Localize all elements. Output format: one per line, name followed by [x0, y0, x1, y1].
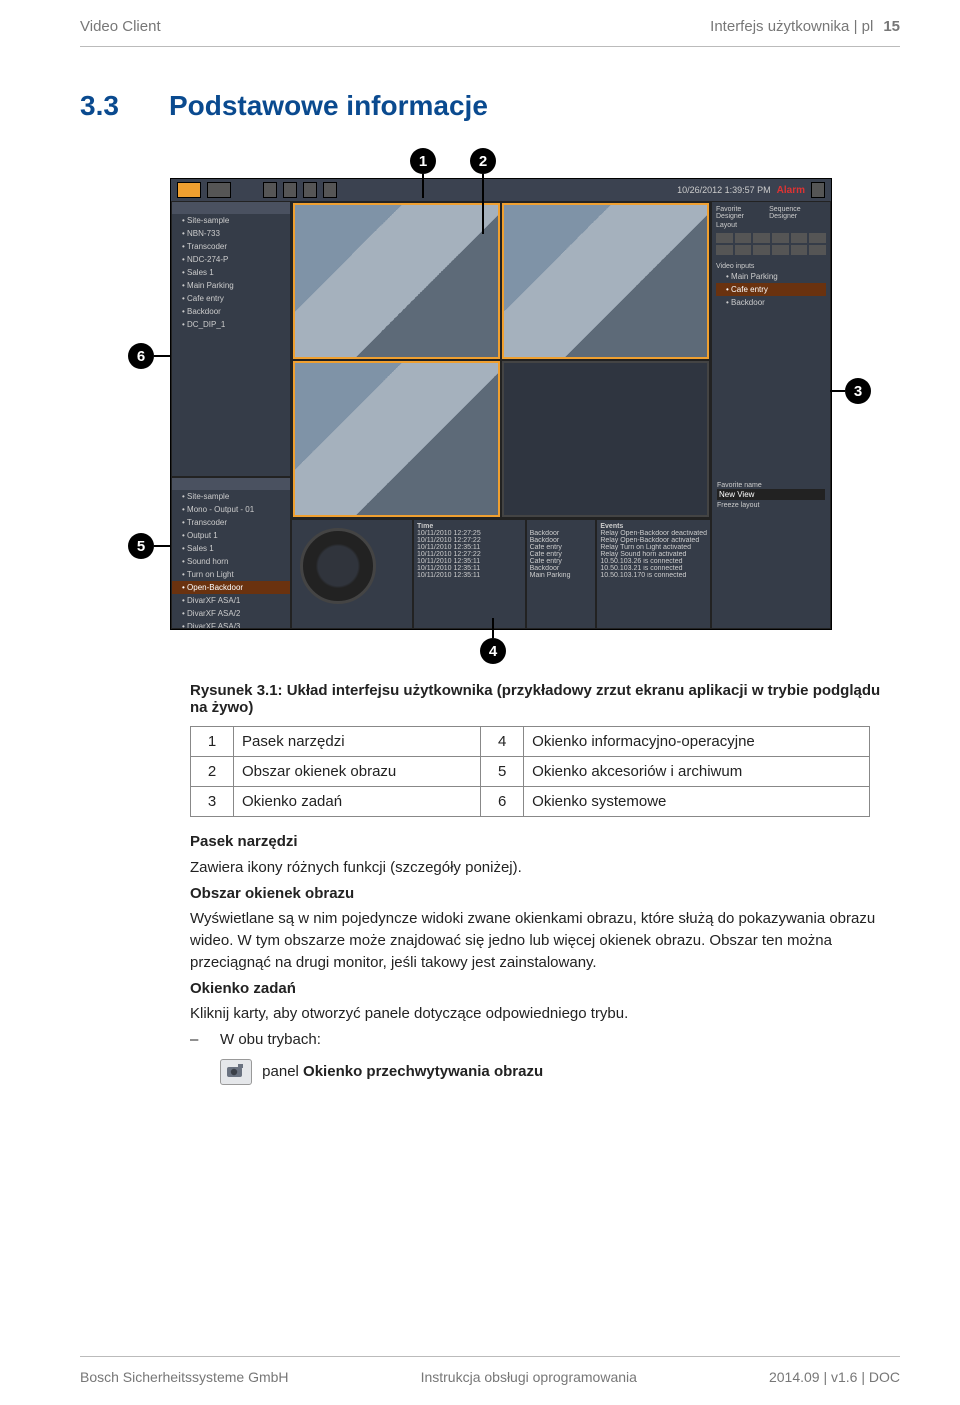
- header-page-number: 15: [883, 18, 900, 35]
- tree-item[interactable]: • Site-sample: [172, 490, 290, 503]
- app-toolbar[interactable]: 10/26/2012 1:39:57 PM Alarm: [171, 179, 831, 201]
- header-right-text: Interfejs użytkownika | pl: [710, 18, 873, 35]
- tree-item[interactable]: • DivarXF ASA/2: [172, 607, 290, 620]
- callout-3: 3: [845, 378, 871, 404]
- page-footer: Bosch Sicherheitssysteme GmbH Instrukcja…: [80, 1369, 900, 1385]
- video-input-item[interactable]: • Cafe entry: [716, 283, 826, 296]
- callout-5: 5: [128, 533, 154, 559]
- tree-top: • Site-sample• NBN-733• Transcoder• NDC-…: [172, 214, 290, 331]
- callout-4: 4: [480, 638, 506, 664]
- video-input-item[interactable]: • Backdoor: [716, 296, 826, 309]
- toolbar-alarm[interactable]: Alarm: [777, 185, 805, 196]
- footer-rule: [80, 1356, 900, 1357]
- legend-cell: Pasek narzędzi: [234, 727, 481, 757]
- log-time-column: Time 10/11/2010 12:27:2510/11/2010 12:27…: [413, 519, 526, 629]
- footer-center: Instrukcja obsługi oprogramowania: [421, 1369, 637, 1385]
- header-rule: [80, 46, 900, 47]
- figure: 1 2 3 4 5 6: [110, 148, 880, 668]
- toolbar-live-button[interactable]: [177, 182, 201, 198]
- subhead-cameo-area: Obszar okienek obrazu: [190, 883, 890, 905]
- toolbar-layout-button[interactable]: [283, 182, 297, 198]
- task-pane[interactable]: Favorite Designer Sequence Designer Layo…: [711, 201, 831, 629]
- toolbar-layout-button[interactable]: [323, 182, 337, 198]
- legend-cell: 5: [481, 757, 524, 787]
- tree-item[interactable]: • Open-Backdoor: [172, 581, 290, 594]
- callout-2: 2: [470, 148, 496, 174]
- freeze-layout-checkbox[interactable]: Freeze layout: [717, 502, 825, 509]
- body-text: Pasek narzędzi Zawiera ikony różnych fun…: [190, 831, 890, 1085]
- toolbar-settings-icon[interactable]: [811, 182, 825, 198]
- toolbar-timestamp: 10/26/2012 1:39:57 PM: [677, 185, 771, 195]
- app-window: 10/26/2012 1:39:57 PM Alarm • Site-sampl…: [170, 178, 832, 630]
- legend-cell: 1: [191, 727, 234, 757]
- cameo[interactable]: [502, 203, 709, 359]
- tree-item[interactable]: • Mono - Output - 01: [172, 503, 290, 516]
- legend-cell: Okienko informacyjno-operacyjne: [524, 727, 870, 757]
- tree-item[interactable]: • DivarXF ASA/3: [172, 620, 290, 629]
- tree-item[interactable]: • Output 1: [172, 529, 290, 542]
- log-src-column: BackdoorBackdoorCafe entryCafe entryCafe…: [526, 519, 597, 629]
- camera-icon: [220, 1059, 252, 1085]
- legend-cell: 3: [191, 787, 234, 817]
- tree-bottom: • Site-sample• Mono - Output - 01• Trans…: [172, 490, 290, 629]
- section-number: 3.3: [80, 90, 119, 122]
- layout-grid[interactable]: [716, 233, 826, 255]
- tree-item[interactable]: • Sales 1: [172, 266, 290, 279]
- section-heading: 3.3 Podstawowe informacje: [80, 90, 900, 122]
- left-sidebar: • Site-sample• NBN-733• Transcoder• NDC-…: [171, 201, 291, 629]
- log-event-column: Events Relay Open-Backdoor deactivatedRe…: [596, 519, 711, 629]
- legend-cell: 2: [191, 757, 234, 787]
- cameo[interactable]: [293, 361, 500, 517]
- tree-item[interactable]: • DivarXF ASA/1: [172, 594, 290, 607]
- legend-cell: 4: [481, 727, 524, 757]
- favorite-name-input[interactable]: New View: [717, 489, 825, 500]
- cameo-empty[interactable]: [502, 361, 709, 517]
- ptz-wheel[interactable]: [300, 528, 376, 604]
- legend-cell: Okienko akcesoriów i archiwum: [524, 757, 870, 787]
- video-input-item[interactable]: • Main Parking: [716, 270, 826, 283]
- callout-6: 6: [128, 343, 154, 369]
- tree-item[interactable]: • Cafe entry: [172, 292, 290, 305]
- tree-item[interactable]: • Turn on Light: [172, 568, 290, 581]
- cameo[interactable]: [293, 203, 500, 359]
- legend-cell: 6: [481, 787, 524, 817]
- legend-table: 1Pasek narzędzi4Okienko informacyjno-ope…: [190, 726, 870, 817]
- tree-item[interactable]: • Main Parking: [172, 279, 290, 292]
- footer-right: 2014.09 | v1.6 | DOC: [769, 1369, 900, 1385]
- subhead-task-pane: Okienko zadań: [190, 978, 890, 1000]
- section-title: Podstawowe informacje: [169, 90, 488, 122]
- subhead-toolbar: Pasek narzędzi: [190, 831, 890, 853]
- tree-item[interactable]: • Transcoder: [172, 240, 290, 253]
- callout-1: 1: [410, 148, 436, 174]
- cameo-area[interactable]: [291, 201, 711, 519]
- tree-item[interactable]: • DC_DIP_1: [172, 318, 290, 331]
- tab-favorite-designer[interactable]: Favorite Designer: [716, 206, 767, 220]
- figure-caption: Rysunek 3.1: Układ interfejsu użytkownik…: [190, 682, 900, 716]
- accessory-panel[interactable]: • Site-sample• Mono - Output - 01• Trans…: [171, 477, 291, 629]
- ptz-control-panel[interactable]: [291, 519, 413, 629]
- tree-item[interactable]: • Backdoor: [172, 305, 290, 318]
- tree-item[interactable]: • NBN-733: [172, 227, 290, 240]
- tab-sequence-designer[interactable]: Sequence Designer: [769, 206, 826, 220]
- legend-cell: Okienko systemowe: [524, 787, 870, 817]
- tree-item[interactable]: • NDC-274-P: [172, 253, 290, 266]
- legend-cell: Obszar okienek obrazu: [234, 757, 481, 787]
- system-tree-panel[interactable]: • Site-sample• NBN-733• Transcoder• NDC-…: [171, 201, 291, 477]
- toolbar-playback-button[interactable]: [207, 182, 231, 198]
- tree-item[interactable]: • Site-sample: [172, 214, 290, 227]
- page-header: Video Client Interfejs użytkownika | pl …: [80, 18, 900, 35]
- tree-item[interactable]: • Sales 1: [172, 542, 290, 555]
- tree-item[interactable]: • Transcoder: [172, 516, 290, 529]
- footer-left: Bosch Sicherheitssysteme GmbH: [80, 1369, 289, 1385]
- toolbar-layout-button[interactable]: [263, 182, 277, 198]
- tree-item[interactable]: • Sound horn: [172, 555, 290, 568]
- toolbar-layout-button[interactable]: [303, 182, 317, 198]
- legend-cell: Okienko zadań: [234, 787, 481, 817]
- header-left: Video Client: [80, 18, 161, 35]
